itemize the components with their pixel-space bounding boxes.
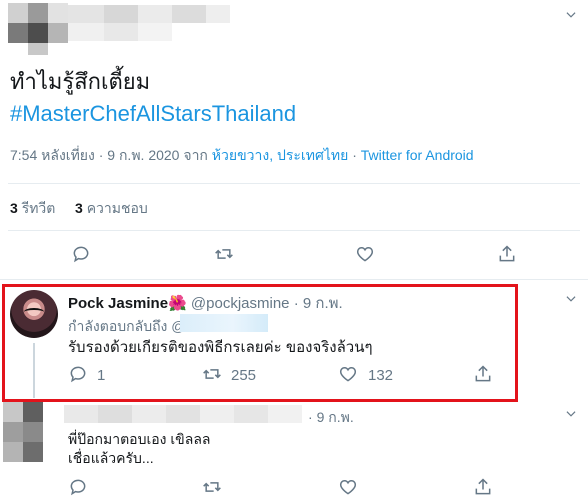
reply2-more-chevron-icon[interactable] [564,407,578,421]
location-link[interactable]: ห้วยขวาง, ประเทศไทย [212,147,349,163]
replying-to-label: กำลังตอบกลับถึง @ [68,318,186,334]
tweet-text: ทำไมรู้สึกเตี้ยม #MasterChefAllStarsThai… [10,66,580,130]
retweets-stat[interactable]: 3 รีทวีต [10,198,55,220]
like-count: 132 [368,367,394,384]
tweet-text-line: ทำไมรู้สึกเตี้ยม [10,69,151,94]
header-dot: · [293,295,299,312]
meta-separator: · [352,147,357,163]
reply2-date[interactable]: 9 ก.พ. [317,409,354,425]
reply-author-handle[interactable]: @pockjasmine [191,295,290,312]
tweet-meta: 7:54 หลังเที่ยง · 9 ก.พ. 2020 จาก ห้วยขว… [10,145,474,167]
reply-more-chevron-icon[interactable] [564,292,578,306]
divider [8,230,580,231]
retweets-count: 3 [10,200,18,216]
reply-author-name[interactable]: Pock Jasmine [68,295,168,312]
heart-icon[interactable] [338,364,358,384]
avatar[interactable] [10,290,58,338]
retweets-label: รีทวีต [21,200,56,216]
retweet-icon[interactable] [202,477,222,497]
share-icon[interactable] [473,477,493,497]
author-emoji: 🌺 [168,295,187,312]
tweet-more-chevron-icon[interactable] [564,8,578,22]
header-dot: · [308,409,313,425]
heart-icon[interactable] [338,477,358,497]
reply2-text-line: เชื่อแล้วครับ... [68,450,154,466]
reply-icon[interactable] [68,477,88,497]
reply2-text-line: พี่ป๊อกมาตอบเอง เขิลลล [68,431,211,447]
likes-label: ความชอบ [86,200,148,216]
retweet-icon[interactable] [214,244,234,264]
heart-icon[interactable] [355,244,375,264]
retweet-icon[interactable] [202,364,222,384]
retweet-count: 255 [231,367,257,384]
share-icon[interactable] [473,364,493,384]
tweet-timestamp[interactable]: 7:54 หลังเที่ยง · 9 ก.พ. 2020 จาก [10,147,208,163]
divider [0,279,588,280]
blurred-replying-handle [180,314,268,332]
thread-line [33,343,35,398]
reply-count: 1 [97,367,106,384]
share-icon[interactable] [497,244,517,264]
reply2-text: พี่ป๊อกมาตอบเอง เขิลลล เชื่อแล้วครับ... [68,430,211,468]
reply-text: รับรองด้วยเกียรติของพิธีกรเลยค่ะ ของจริง… [68,339,373,356]
reply-icon[interactable] [68,364,88,384]
reply-header: Pock Jasmine🌺 @pockjasmine · 9 ก.พ. [68,291,343,315]
client-link[interactable]: Twitter for Android [361,147,474,163]
reply-date[interactable]: 9 ก.พ. [303,295,343,312]
reply2-meta: · 9 ก.พ. [308,407,354,429]
divider [8,183,580,184]
likes-stat[interactable]: 3 ความชอบ [75,198,148,220]
likes-count: 3 [75,200,83,216]
hashtag-link[interactable]: #MasterChefAllStarsThailand [10,98,580,130]
reply-icon[interactable] [71,244,91,264]
